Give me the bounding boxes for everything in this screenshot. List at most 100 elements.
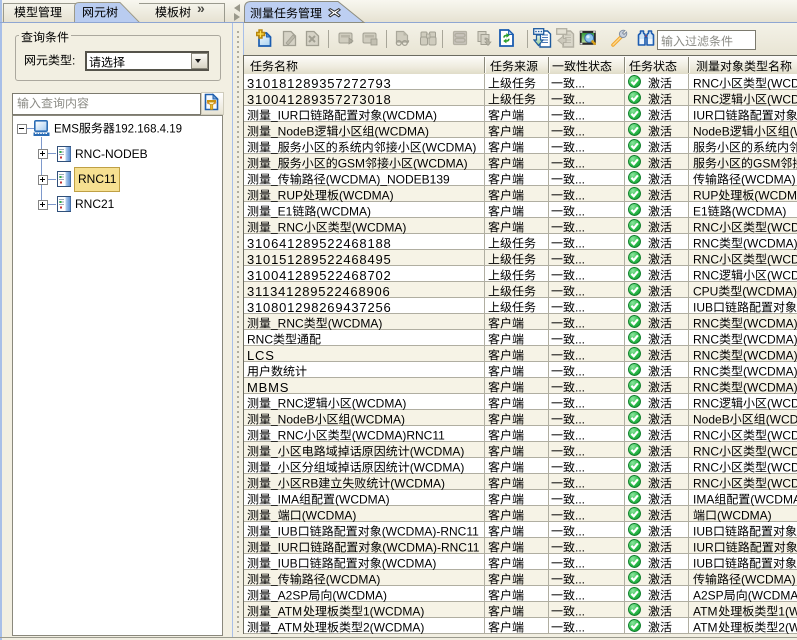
svg-text:RNC: RNC [693, 380, 719, 394]
svg-text:(WCDMA): (WCDMA) [316, 204, 371, 218]
svg-text:_RUP: _RUP [270, 188, 303, 202]
svg-text:(WCDMA): (WCDMA) [302, 508, 357, 522]
svg-text:...: ... [575, 508, 585, 522]
svg-text:_ATM: _ATM [270, 604, 302, 618]
svg-text:RNC: RNC [693, 268, 719, 282]
svg-text:(WCDMA): (WCDMA) [766, 412, 797, 426]
svg-text:...: ... [575, 524, 585, 538]
svg-text:...: ... [575, 380, 585, 394]
svg-text:...: ... [575, 572, 585, 586]
svg-text:...: ... [575, 492, 585, 506]
svg-text:_A2SP: _A2SP [270, 588, 308, 602]
svg-text:RNC: RNC [693, 76, 719, 90]
svg-text:RNC: RNC [693, 396, 719, 410]
svg-text:(WCDMA)RNC11: (WCDMA)RNC11 [352, 428, 445, 442]
svg-text:_: _ [270, 140, 278, 154]
svg-text:_NodeB: _NodeB [270, 124, 314, 138]
svg-text:(WCDMA): (WCDMA) [410, 444, 465, 458]
svg-text:(WCDMA): (WCDMA) [767, 252, 797, 266]
svg-text:(WCDMA)-RNC11: (WCDMA)-RNC11 [382, 524, 479, 538]
svg-text:_IMA: _IMA [270, 492, 299, 506]
svg-text:...: ... [575, 284, 585, 298]
svg-text:(WCDMA)_NODEB139: (WCDMA)_NODEB139 [326, 172, 450, 186]
svg-text:...: ... [575, 620, 585, 634]
svg-text:NodeB: NodeB [693, 412, 730, 426]
svg-text:_NodeB: _NodeB [270, 412, 314, 426]
svg-text:_: _ [270, 444, 278, 458]
svg-text:E1: E1 [693, 204, 708, 218]
svg-text:RNC: RNC [693, 348, 719, 362]
svg-text:RNC: RNC [693, 364, 719, 378]
svg-text:RNC: RNC [693, 252, 719, 266]
svg-text:_IUR: _IUR [270, 108, 299, 122]
svg-text:...: ... [575, 268, 585, 282]
svg-text:(WCDMA): (WCDMA) [743, 332, 797, 346]
svg-text:(WCDMA): (WCDMA) [390, 476, 445, 490]
svg-text:...: ... [575, 556, 585, 570]
svg-text:...: ... [575, 140, 585, 154]
svg-text:(WCDMA): (WCDMA) [743, 348, 797, 362]
svg-text:(WCDMA): (WCDMA) [741, 172, 796, 186]
svg-text:(WCDMA)-RNC11: (WCDMA)-RNC11 [382, 540, 479, 554]
svg-text:192.168.4.19: 192.168.4.19 [115, 124, 182, 136]
svg-text:(WCDMA): (WCDMA) [748, 588, 797, 602]
svg-text:(WCDMA): (WCDMA) [767, 76, 797, 90]
svg-text:...: ... [575, 316, 585, 330]
svg-text:(WCDMA): (WCDMA) [767, 220, 797, 234]
svg-text:...: ... [575, 76, 585, 90]
svg-text:(WCDMA): (WCDMA) [750, 492, 797, 506]
svg-text:_RNC: _RNC [270, 396, 304, 410]
svg-text:...: ... [575, 172, 585, 186]
svg-text:...: ... [575, 476, 585, 490]
svg-text:...: ... [575, 300, 585, 314]
svg-text:(WCDMA): (WCDMA) [743, 236, 797, 250]
svg-text:(WCDMA): (WCDMA) [767, 92, 797, 106]
svg-text:(WCDMA): (WCDMA) [767, 444, 797, 458]
svg-text:(WCDMA): (WCDMA) [767, 396, 797, 410]
svg-text:RB: RB [302, 476, 319, 490]
svg-text:...: ... [575, 124, 585, 138]
svg-text:IUR: IUR [693, 108, 714, 122]
svg-text:...: ... [575, 204, 585, 218]
svg-text:NodeB: NodeB [693, 124, 730, 138]
svg-text:RNC: RNC [693, 236, 719, 250]
svg-text:(WCDMA): (WCDMA) [335, 492, 390, 506]
svg-text:...: ... [575, 604, 585, 618]
svg-text:IMA: IMA [693, 492, 714, 506]
svg-text:(WCDMA): (WCDMA) [741, 572, 796, 586]
svg-text:(WCDMA): (WCDMA) [767, 476, 797, 490]
svg-text:(WCDMA): (WCDMA) [382, 556, 437, 570]
svg-text:...: ... [575, 156, 585, 170]
svg-text:2(WCDMA): 2(WCDMA) [778, 620, 797, 634]
svg-text:IUB: IUB [693, 524, 713, 538]
svg-text:_RNC: _RNC [270, 428, 304, 442]
svg-text:RNC: RNC [693, 460, 719, 474]
svg-text:...: ... [575, 236, 585, 250]
svg-text:(WCDMA): (WCDMA) [767, 428, 797, 442]
svg-text:A2SP: A2SP [693, 588, 724, 602]
svg-text:(WCDMA): (WCDMA) [352, 220, 407, 234]
svg-text:...: ... [575, 332, 585, 346]
svg-text:...: ... [575, 348, 585, 362]
svg-text:RNC: RNC [693, 476, 719, 490]
svg-text:RNC: RNC [693, 92, 719, 106]
svg-text:_: _ [270, 156, 278, 170]
svg-text:(WCDMA): (WCDMA) [790, 124, 797, 138]
svg-text:(WCDMA): (WCDMA) [717, 508, 772, 522]
svg-text:RNC: RNC [693, 220, 719, 234]
svg-text:RUP: RUP [693, 188, 718, 202]
svg-text:1(WCDMA): 1(WCDMA) [363, 604, 424, 618]
svg-text:(WCDMA): (WCDMA) [413, 156, 468, 170]
svg-text:GSM: GSM [338, 156, 365, 170]
svg-text:ATM: ATM [693, 604, 717, 618]
svg-text:1(WCDMA): 1(WCDMA) [778, 604, 797, 618]
svg-text:...: ... [575, 412, 585, 426]
svg-text:GSM: GSM [753, 156, 780, 170]
svg-text:...: ... [575, 588, 585, 602]
svg-text:2(WCDMA): 2(WCDMA) [363, 620, 424, 634]
svg-text:IUB: IUB [693, 556, 713, 570]
svg-text:(WCDMA): (WCDMA) [754, 188, 797, 202]
svg-text:...: ... [575, 364, 585, 378]
svg-text:...: ... [575, 444, 585, 458]
svg-text:(WCDMA): (WCDMA) [328, 316, 383, 330]
